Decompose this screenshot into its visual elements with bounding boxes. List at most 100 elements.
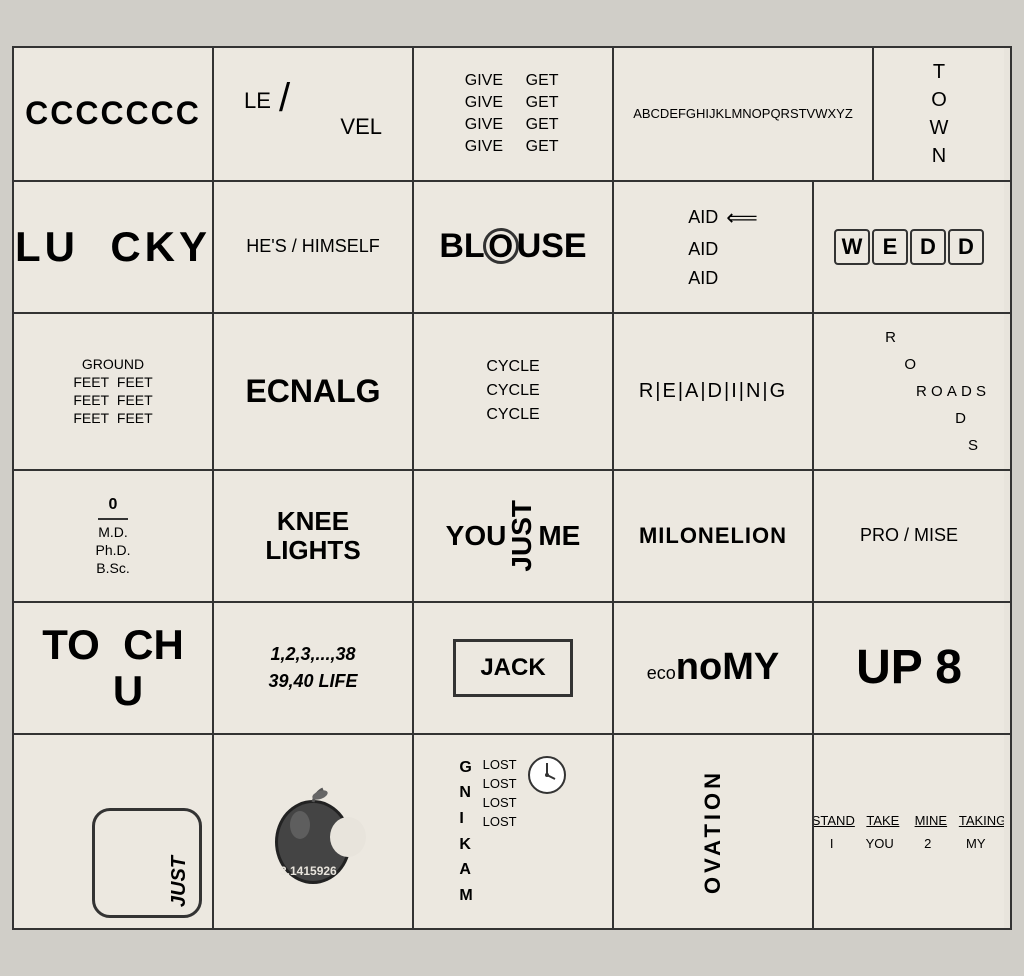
gnikam-g: G [459,755,472,781]
roads-group: R O R O A D S D S [824,324,994,459]
me-text: ME [538,520,580,552]
cell-r4c2: KNEE LIGHTS [214,471,414,601]
row-3: GROUND FEET FEET FEET FEET FEET FEET ECN… [14,314,1010,471]
youjustme-group: YOU JUST ME [446,500,581,572]
aid-1: AID [688,207,718,228]
jack-text: JACK [453,639,572,697]
reading-text: R|E|A|D|I|N|G [639,380,787,403]
ground-line: GROUND [82,356,144,372]
stand-group: STAND TAKE MINE TAKING I YOU 2 MY [814,803,1004,861]
lost-group: LOST LOST LOST LOST [483,755,517,829]
cell-r2c2: HE'S / HIMSELF [214,182,414,312]
degrees-group: 0 M.D. Ph.D. B.Sc. [95,496,130,576]
knee-line1: KNEE [265,507,360,536]
feet-line-2: FEET FEET [73,392,152,408]
aid-group: AID ⟸ AID AID [668,205,758,289]
give-get-grid: GIVE GET GIVE GET GIVE GET GIVE GET [465,72,561,156]
d-box-d1: D [910,229,946,265]
ovation-group: OVATION [700,769,726,894]
stand-val-my: MY [956,836,996,851]
touch-group: TO CH U [42,622,184,714]
cycle-group: CYCLE CYCLE CYCLE [486,358,539,424]
mine-label: MINE [911,813,951,828]
alphabet-text: ABCDEFGHIJKLMNOPQRSTVWXYZ [633,106,853,121]
cell-r6c2: 3.1415926 [214,735,414,929]
blouse-post: USE [517,227,587,265]
level-bot: VEL [340,114,382,140]
cell-r5c5: UP 8 [814,603,1004,733]
milonelion-text: MILONELION [639,523,787,549]
d-box-d2: D [948,229,984,265]
eco-my: MY [722,646,779,688]
just-rounded-box: JUST [92,808,202,918]
degree-md: M.D. [98,524,128,540]
cell-r4c5: PRO / MISE [814,471,1004,601]
clock-icon [527,755,567,795]
just-vertical: JUST [506,500,538,572]
town-t: T [933,58,945,86]
d-box-e: E [872,229,908,265]
cell-r6c5: STAND TAKE MINE TAKING I YOU 2 MY [814,735,1004,929]
blouse-text: BLOUSE [439,227,586,266]
gnikam-i: I [459,806,472,832]
stand-val-2: 2 [908,836,948,851]
town-n: N [932,142,946,170]
town-o: O [931,86,947,114]
cell-r2c4: AID ⟸ AID AID [614,182,814,312]
ddd-group: W E D D [834,229,984,265]
cell-r1c5: T O W N [874,48,1004,180]
lucky-text: LU CKY [15,223,211,271]
promise-text: PRO / MISE [860,525,958,546]
up8-text: UP 8 [856,640,962,695]
give1: GIVE [465,72,503,90]
get1: GET [523,72,561,90]
arrow-icon: ⟸ [726,205,758,231]
gnikam-k: K [459,832,472,858]
cell-r5c3: JACK [414,603,614,733]
take-label: TAKE [863,813,903,828]
stand-val-i: I [814,836,852,851]
gnikam-letters: G N I K A M [459,755,472,909]
touch-bot: U [72,668,184,714]
cell-r2c5: W E D D [814,182,1004,312]
cell-r3c5: R O R O A D S D S [814,314,1004,469]
apple-image: 3.1415926 [258,777,368,887]
row-4: 0 M.D. Ph.D. B.Sc. KNEE LIGHTS YOU JUST … [14,471,1010,603]
just-label: JUST [168,856,191,907]
aid-row-3: AID [688,268,718,289]
eco-small: eco [647,663,676,683]
cell-r1c3: GIVE GET GIVE GET GIVE GET GIVE GET [414,48,614,180]
level-slash: / [279,78,290,118]
feet-line-3: FEET FEET [73,410,152,426]
d-box-w: W [834,229,870,265]
blouse-pre: BL [439,227,484,265]
town-letters: T O W N [930,58,949,170]
aid-row-2: AID [688,239,718,260]
cell-r4c1: 0 M.D. Ph.D. B.Sc. [14,471,214,601]
cycle-1: CYCLE [486,358,539,376]
knee-line2: LIGHTS [265,536,360,565]
degree-phd: Ph.D. [95,542,130,558]
gnikam-m: M [459,883,472,909]
taking-label: TAKING [959,813,1004,828]
cell-r3c4: R|E|A|D|I|N|G [614,314,814,469]
lost-3: LOST [483,795,517,810]
divider-line [98,518,128,520]
touch-top: TO CH [42,622,184,668]
cell-r1c1: CCCCCCC [14,48,214,180]
life-group: 1,2,3,...,38 39,40 LIFE [268,641,357,695]
economy-group: econoMY [647,646,779,689]
ecnalg-text: ECNALG [245,373,380,410]
life-line1: 1,2,3,...,38 [268,641,357,668]
row-6: JUST 3.1415926 G [14,735,1010,929]
stand-labels: STAND TAKE MINE TAKING [814,813,1004,828]
blouse-o: O [483,228,519,264]
row-1: CCCCCCC LE / VEL GIVE GET GIVE GET GIVE … [14,48,1010,182]
svg-text:3.1415926: 3.1415926 [280,864,337,878]
roads-d: D [955,405,966,432]
get3: GET [523,116,561,134]
stand-label: STAND [814,813,855,828]
level-top: LE [244,88,271,114]
cell-r2c1: LU CKY [14,182,214,312]
puzzle-grid: CCCCCCC LE / VEL GIVE GET GIVE GET GIVE … [12,46,1012,931]
